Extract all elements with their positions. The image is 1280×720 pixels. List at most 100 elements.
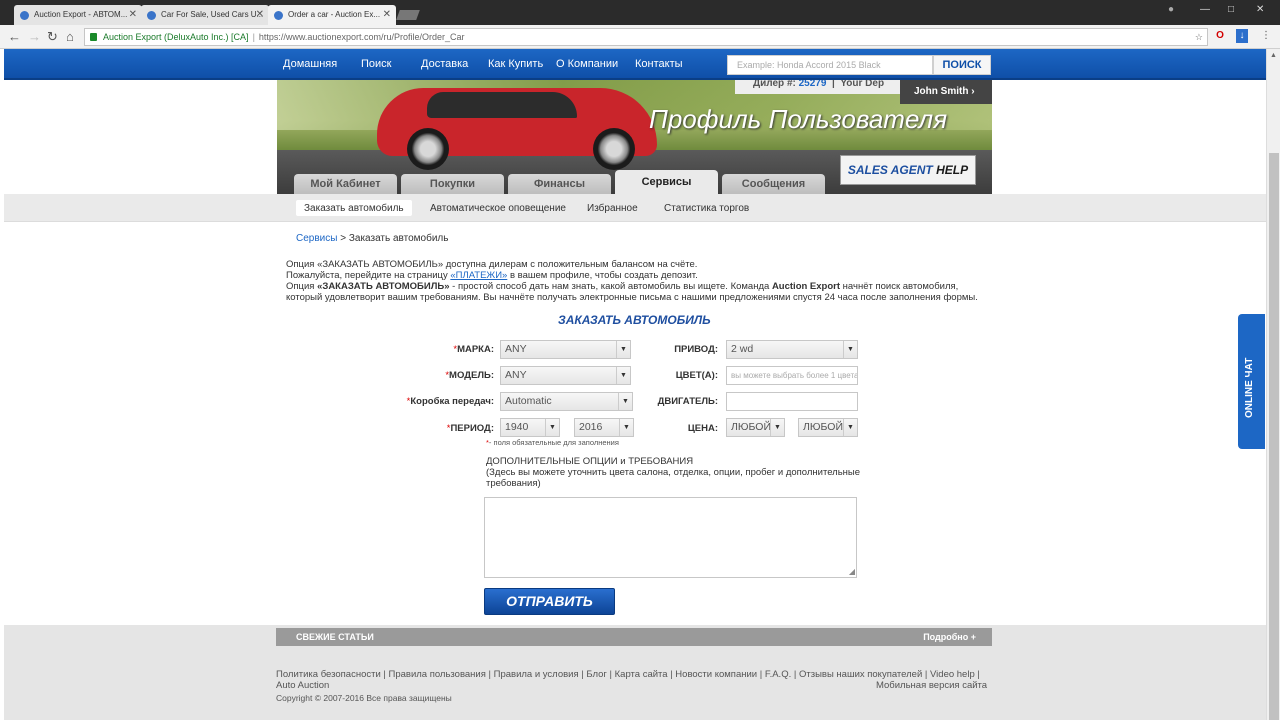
nav-delivery[interactable]: Доставка (421, 58, 468, 70)
transmission-select[interactable]: Automatic ▼ (500, 392, 633, 411)
browser-tab-title: Car For Sale, Used Cars U... (161, 10, 264, 19)
required-note: *- поля обязательные для заполнения (486, 438, 619, 447)
subnav-auction-stats[interactable]: Статистика торгов (664, 203, 749, 214)
site-search-input[interactable]: Example: Honda Accord 2015 Black (727, 55, 933, 75)
reload-icon[interactable]: ↻ (47, 29, 58, 45)
chevron-down-icon: ▼ (545, 419, 559, 436)
breadcrumb-current: Заказать автомобиль (348, 233, 449, 244)
site-search-button[interactable]: ПОИСК (933, 55, 991, 75)
period-from-select[interactable]: 1940 ▼ (500, 418, 560, 437)
articles-more-link[interactable]: Подробно + (923, 628, 976, 646)
articles-title: СВЕЖИЕ СТАТЬИ (296, 632, 374, 642)
maximize-icon[interactable]: □ (1228, 4, 1234, 15)
resize-handle-icon[interactable]: ◢ (849, 568, 855, 576)
nav-search[interactable]: Поиск (361, 58, 391, 70)
services-subnav: Заказать автомобиль Автоматическое опове… (4, 194, 1266, 222)
new-tab-button[interactable] (396, 10, 420, 20)
make-select[interactable]: ANY ▼ (500, 340, 631, 359)
address-bar[interactable]: Auction Export (DeluxAuto Inc.) [CA] | htt… (84, 28, 1208, 46)
form-title: ЗАКАЗАТЬ АВТОМОБИЛЬ (558, 313, 711, 327)
transmission-label: *Коробка передач: (406, 396, 494, 407)
online-chat-label: ONLINE ЧАТ (1244, 357, 1255, 418)
options-section: ДОПОЛНИТЕЛЬНЫЕ ОПЦИИ и ТРЕБОВАНИЯ (Здесь… (486, 456, 866, 489)
browser-tab-1[interactable]: Auction Export - АВТОМ... ✕ (14, 5, 142, 25)
period-label: *ПЕРИОД: (446, 423, 494, 434)
dealer-number: 25279 (798, 80, 827, 89)
opera-extension-icon[interactable]: O (1214, 29, 1226, 43)
model-select[interactable]: ANY ▼ (500, 366, 631, 385)
profile-icon[interactable]: ● (1168, 4, 1174, 15)
chevron-down-icon: ▼ (616, 367, 630, 384)
site-favicon-icon (147, 11, 156, 20)
nav-home[interactable]: Домашняя (283, 58, 337, 70)
copyright: Copyright © 2007-2016 Все права защищены (276, 693, 452, 703)
scrollbar-thumb[interactable] (1269, 153, 1279, 720)
download-extension-icon[interactable]: ↓ (1236, 29, 1248, 43)
nav-how-to-buy[interactable]: Как Купить (488, 58, 543, 70)
payments-link[interactable]: «ПЛАТЕЖИ» (450, 270, 507, 281)
tab-messages[interactable]: Сообщения (722, 174, 825, 194)
site-favicon-icon (20, 11, 29, 20)
tab-finance[interactable]: Финансы (508, 174, 611, 194)
tab-services[interactable]: Сервисы (615, 170, 718, 194)
close-window-icon[interactable]: ✕ (1256, 4, 1264, 15)
browser-tab-3[interactable]: Order a car - Auction Ex... ✕ (268, 5, 396, 25)
lock-icon (90, 33, 97, 41)
minimize-icon[interactable]: — (1200, 4, 1210, 15)
chevron-down-icon: ▼ (616, 341, 630, 358)
engine-input[interactable] (726, 392, 858, 411)
forward-icon[interactable]: → (28, 29, 41, 45)
period-to-select[interactable]: 2016 ▼ (574, 418, 634, 437)
tab-my-cabinet[interactable]: Мой Кабинет (294, 174, 397, 194)
nav-contacts[interactable]: Контакты (635, 58, 683, 70)
site-identity: Auction Export (DeluxAuto Inc.) [CA] (103, 32, 249, 42)
back-icon[interactable]: ← (8, 29, 21, 45)
profile-tabs: Мой Кабинет Покупки Финансы Сервисы Сооб… (277, 170, 992, 194)
options-textarea[interactable]: ◢ (484, 497, 857, 578)
model-label: *МОДЕЛЬ: (445, 370, 494, 381)
browser-tabstrip: Auction Export - АВТОМ... ✕ Car For Sale… (0, 0, 1280, 25)
close-tab-icon[interactable]: ✕ (383, 5, 391, 25)
close-tab-icon[interactable]: ✕ (256, 5, 264, 25)
price-label: ЦЕНА: (687, 423, 718, 434)
drive-select[interactable]: 2 wd ▼ (726, 340, 858, 359)
options-title: ДОПОЛНИТЕЛЬНЫЕ ОПЦИИ и ТРЕБОВАНИЯ (486, 456, 694, 467)
profile-banner: Дилер #: 25279 | Your Dep John Smith › П… (277, 80, 992, 194)
banner-title: Профиль Пользователя (649, 104, 948, 134)
subnav-order-car[interactable]: Заказать автомобиль (296, 200, 412, 216)
drive-label: ПРИВОД: (674, 344, 718, 355)
subnav-favorites[interactable]: Избранное (587, 203, 638, 214)
user-menu[interactable]: John Smith › (900, 80, 992, 104)
online-chat-button[interactable]: ONLINE ЧАТ (1238, 314, 1265, 449)
chevron-down-icon: ▼ (843, 341, 857, 358)
site-nav: Домашняя Поиск Доставка Как Купить О Ком… (4, 49, 1266, 80)
color-input[interactable]: вы можете выбрать более 1 цвета (726, 366, 858, 385)
bookmark-star-icon[interactable]: ☆ (1195, 29, 1203, 45)
breadcrumb-parent[interactable]: Сервисы (296, 233, 337, 244)
submit-button[interactable]: ОТПРАВИТЬ (484, 588, 615, 615)
nav-about[interactable]: О Компании (556, 58, 618, 70)
color-label: ЦВЕТ(А): (675, 370, 718, 381)
home-icon[interactable]: ⌂ (66, 29, 74, 45)
tab-purchases[interactable]: Покупки (401, 174, 504, 194)
chevron-down-icon: ▼ (770, 419, 784, 436)
scroll-up-icon[interactable]: ▲ (1270, 52, 1277, 59)
price-from-select[interactable]: ЛЮБОЙ ▼ (726, 418, 785, 437)
mobile-version-link[interactable]: Мобильная версия сайта (876, 680, 987, 691)
make-label: *МАРКА: (453, 344, 494, 355)
chevron-down-icon: ▼ (843, 419, 857, 436)
subnav-auto-alert[interactable]: Автоматическое оповещение (430, 203, 566, 214)
browser-tab-2[interactable]: Car For Sale, Used Cars U... ✕ (141, 5, 269, 25)
engine-label: ДВИГАТЕЛЬ: (657, 396, 718, 407)
close-tab-icon[interactable]: ✕ (129, 5, 137, 25)
site-favicon-icon (274, 11, 283, 20)
menu-icon[interactable]: ⋮ (1260, 29, 1272, 43)
intro-text: Опция «ЗАКАЗАТЬ АВТОМОБИЛЬ» доступна дил… (286, 259, 978, 303)
browser-toolbar: ← → ↻ ⌂ Auction Export (DeluxAuto Inc.) … (0, 25, 1280, 49)
page-scrollbar[interactable]: ▲ (1266, 49, 1280, 720)
price-to-select[interactable]: ЛЮБОЙ ▼ (798, 418, 858, 437)
dealer-info: Дилер #: 25279 | Your Dep (735, 80, 900, 94)
browser-tab-title: Order a car - Auction Ex... (288, 10, 381, 19)
browser-tab-title: Auction Export - АВТОМ... (34, 10, 128, 19)
options-hint: (Здесь вы можете уточнить цвета салона, … (486, 467, 861, 489)
